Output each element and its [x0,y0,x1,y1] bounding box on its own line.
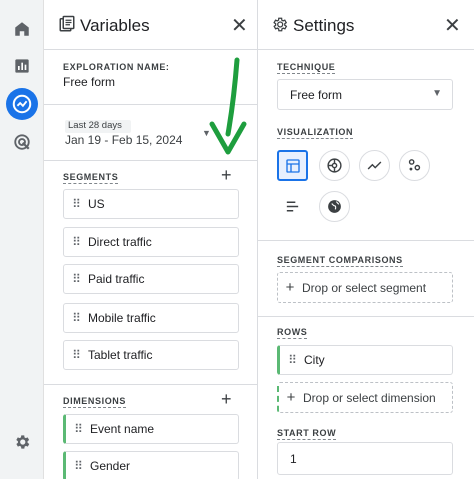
dimension-chip[interactable]: ⠿ Event name [63,414,239,444]
visualization-label: VISUALIZATION [277,127,354,139]
segment-dropzone[interactable]: + Drop or select segment [277,272,453,303]
date-range-label: Last 28 days [68,120,122,131]
settings-icon [271,16,288,33]
divider [258,240,474,241]
drag-handle-icon[interactable]: ⠿ [64,348,88,362]
exploration-name-input[interactable]: Free form [63,75,115,89]
reports-icon[interactable] [6,50,38,82]
close-variables-button[interactable]: ✕ [231,13,248,38]
nav-rail [0,0,44,479]
add-segment-button[interactable]: + [221,165,232,186]
settings-panel: Settings ✕ TECHNIQUE Free form ▼ VISUALI… [258,0,474,479]
segment-chip[interactable]: ⠿ Paid traffic [63,264,239,294]
segment-chip[interactable]: ⠿ Mobile traffic [63,303,239,333]
add-dimension-button[interactable]: + [221,389,232,410]
segment-chip[interactable]: ⠿ Direct traffic [63,227,239,257]
variables-title: Variables [80,16,150,35]
scatter-plot-icon [408,159,421,171]
drag-handle-icon[interactable]: ⠿ [64,197,88,211]
technique-label: TECHNIQUE [277,62,336,74]
start-row-input[interactable]: 1 [277,442,453,475]
exploration-name-label: EXPLORATION NAME: [63,62,170,72]
variables-panel: Variables ✕ EXPLORATION NAME: Free form … [44,0,258,479]
dimension-chip[interactable]: ⠿ Gender [63,451,239,479]
donut-chart-icon [327,158,342,173]
donut-viz-button[interactable] [319,150,350,181]
advertising-icon[interactable] [6,126,38,158]
drag-handle-icon[interactable]: ⠿ [66,422,90,436]
technique-select[interactable]: Free form ▼ [277,79,453,110]
row-chip[interactable]: ⠿ City [277,345,453,375]
settings-gear-icon[interactable] [6,426,38,458]
divider [44,384,257,385]
line-viz-button[interactable] [359,150,390,181]
dimensions-label: DIMENSIONS [63,396,127,408]
segments-label: SEGMENTS [63,172,119,184]
drag-handle-icon[interactable]: ⠿ [64,235,88,249]
plus-icon: + [285,279,295,296]
start-row-label: START ROW [277,428,337,440]
divider [258,316,474,317]
bar-viz-button[interactable] [277,191,308,222]
geo-map-viz-button[interactable] [319,191,350,222]
divider [44,160,257,161]
globe-icon [328,200,341,213]
drag-handle-icon[interactable]: ⠿ [66,459,90,473]
variables-header: Variables ✕ [44,0,257,50]
chevron-down-icon: ▼ [432,88,442,99]
line-chart-icon [367,161,382,170]
drag-handle-icon[interactable]: ⠿ [280,353,304,367]
date-range-value[interactable]: Jan 19 - Feb 15, 2024 [65,133,182,147]
close-settings-button[interactable]: ✕ [444,13,461,38]
variables-icon [58,15,76,33]
explore-icon[interactable] [6,88,38,120]
plus-icon: + [286,389,296,406]
settings-header: Settings ✕ [258,0,474,50]
annotation-arrow [209,57,247,155]
bar-chart-icon [286,201,299,212]
table-icon [285,158,300,173]
table-viz-button[interactable] [277,150,308,181]
rows-label: ROWS [277,327,308,339]
segment-chip[interactable]: ⠿ US [63,189,239,219]
segment-chip[interactable]: ⠿ Tablet traffic [63,340,239,370]
drag-handle-icon[interactable]: ⠿ [64,311,88,325]
settings-title: Settings [293,16,355,35]
segment-comparisons-label: SEGMENT COMPARISONS [277,255,403,267]
home-icon[interactable] [6,13,38,45]
dimension-dropzone[interactable]: + Drop or select dimension [277,382,453,413]
scatter-viz-button[interactable] [399,150,430,181]
drag-handle-icon[interactable]: ⠿ [64,272,88,286]
